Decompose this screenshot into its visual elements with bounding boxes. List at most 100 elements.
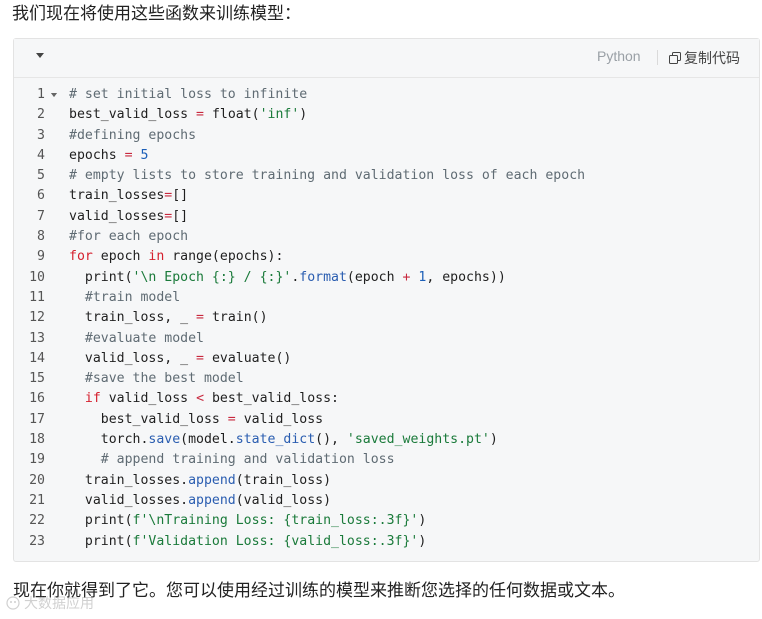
code-block: Python 复制代码 1 # set initial loss to infin… bbox=[13, 38, 760, 562]
code-token: valid_losses bbox=[69, 208, 165, 224]
outro-paragraph: 现在你就得到了它。您可以使用经过训练的模型来推断您选择的任何数据或文本。 bbox=[13, 581, 625, 601]
code-text: print(f'Validation Loss: {valid_loss:.3f… bbox=[45, 532, 426, 552]
code-text: #for each epoch bbox=[45, 227, 188, 247]
code-token: '\n Epoch {:} / {:}' bbox=[132, 269, 292, 285]
code-line: 17 best_valid_loss = valid_loss bbox=[14, 410, 759, 430]
code-token: best_valid_loss bbox=[69, 107, 197, 123]
line-number: 14 bbox=[29, 350, 45, 366]
line-number: 16 bbox=[29, 391, 45, 407]
line-number: 9 bbox=[37, 249, 45, 265]
code-token: print( bbox=[69, 269, 133, 285]
code-line: 21 valid_losses.append(valid_loss) bbox=[14, 491, 759, 511]
code-text: print(f'\nTraining Loss: {train_loss:.3f… bbox=[45, 511, 426, 531]
fold-caret-icon[interactable] bbox=[51, 93, 57, 97]
code-token: append bbox=[188, 472, 236, 488]
code-token: valid_loss bbox=[100, 391, 197, 407]
code-token: epochs bbox=[69, 147, 125, 163]
header-divider bbox=[657, 50, 658, 65]
code-token: append bbox=[188, 492, 236, 508]
code-text: best_valid_loss = valid_loss bbox=[45, 410, 323, 430]
code-token: print( bbox=[69, 533, 133, 549]
code-token: # set initial loss to infinite bbox=[69, 87, 308, 102]
code-token: < bbox=[196, 391, 205, 407]
code-text: valid_losses=[] bbox=[45, 207, 188, 227]
code-token: valid_loss, _ bbox=[69, 350, 197, 366]
code-token: range(epochs): bbox=[164, 249, 284, 265]
code-token: format bbox=[299, 269, 347, 285]
line-number: 4 bbox=[37, 147, 45, 163]
code-token: = bbox=[227, 411, 236, 427]
line-number: 1 bbox=[37, 87, 45, 102]
code-token: = bbox=[196, 107, 204, 123]
line-number: 19 bbox=[29, 452, 45, 468]
code-lines: 1 # set initial loss to infinite 2 best_val… bbox=[14, 85, 759, 552]
watermark-text: 大数据应用 bbox=[24, 596, 94, 612]
copy-code-button[interactable]: 复制代码 bbox=[669, 48, 740, 68]
line-number: 11 bbox=[29, 289, 45, 305]
code-token: (model. bbox=[180, 432, 236, 448]
code-line: 7 valid_losses=[] bbox=[14, 207, 759, 227]
code-token: valid_losses. bbox=[69, 492, 189, 508]
code-text: train_losses=[] bbox=[45, 186, 188, 206]
code-token: (train_loss) bbox=[235, 472, 332, 488]
code-token: torch. bbox=[69, 432, 149, 448]
code-line: 22 print(f'\nTraining Loss: {train_loss:… bbox=[14, 511, 759, 531]
code-token: #train model bbox=[84, 289, 181, 305]
chevron-down-icon[interactable] bbox=[36, 53, 44, 58]
code-token: #for each epoch bbox=[69, 229, 189, 245]
line-number: 6 bbox=[37, 188, 45, 204]
code-token: = bbox=[124, 147, 133, 163]
line-number: 12 bbox=[29, 310, 45, 326]
code-line: 10 print('\n Epoch {:} / {:}'.format(epo… bbox=[14, 268, 759, 288]
line-number: 10 bbox=[29, 269, 45, 285]
line-number: 8 bbox=[37, 229, 45, 245]
code-text: best_valid_loss = float('inf') bbox=[45, 105, 307, 125]
code-token: epoch bbox=[92, 249, 149, 265]
line-number: 18 bbox=[29, 432, 45, 448]
code-token: for bbox=[69, 249, 93, 265]
code-token: = bbox=[196, 310, 204, 326]
code-token: float( bbox=[204, 107, 260, 123]
code-line: 9 for epoch in range(epochs): bbox=[14, 93, 759, 267]
code-token: (valid_loss) bbox=[235, 492, 332, 508]
code-line: 5 # empty lists to store training and val… bbox=[14, 166, 759, 186]
code-token: save bbox=[148, 432, 181, 448]
code-line: 12 train_loss, _ = train() bbox=[14, 308, 759, 328]
code-token: 'saved_weights.pt' bbox=[346, 432, 490, 448]
code-token: ) bbox=[489, 432, 498, 448]
code-token: train_loss, _ bbox=[69, 310, 197, 326]
code-token: ) bbox=[418, 533, 427, 549]
code-token: train() bbox=[204, 310, 268, 326]
code-block-header: Python 复制代码 bbox=[14, 39, 759, 78]
code-language-label: Python bbox=[597, 48, 641, 64]
line-number: 15 bbox=[29, 371, 45, 387]
code-token: state_dict bbox=[235, 432, 316, 448]
code-text: #evaluate model bbox=[45, 329, 204, 349]
code-token: best_valid_loss: bbox=[204, 391, 339, 407]
code-token: (), bbox=[315, 432, 347, 448]
intro-paragraph: 我们现在将使用这些函数来训练模型： bbox=[12, 4, 301, 24]
code-token: ) bbox=[299, 107, 308, 123]
code-token: train_losses bbox=[69, 188, 165, 204]
code-token: print( bbox=[69, 513, 133, 529]
copy-icon bbox=[669, 52, 681, 64]
code-line: 2 best_valid_loss = float('inf') bbox=[14, 105, 759, 125]
line-number: 7 bbox=[37, 208, 45, 224]
code-token: [] bbox=[172, 208, 189, 224]
code-line: 18 torch.save(model.state_dict(), 'saved… bbox=[14, 430, 759, 450]
code-text: # empty lists to store training and vali… bbox=[45, 166, 585, 186]
code-token: evaluate() bbox=[204, 350, 292, 366]
code-text: train_loss, _ = train() bbox=[45, 308, 268, 328]
code-token: , epochs)) bbox=[426, 269, 506, 285]
code-token: train_losses. bbox=[69, 472, 189, 488]
code-text: # append training and validation loss bbox=[45, 450, 395, 470]
code-token: if bbox=[84, 391, 101, 407]
code-line: 23 print(f'Validation Loss: {valid_loss:… bbox=[14, 532, 759, 552]
code-token: best_valid_loss bbox=[69, 411, 228, 427]
code-line: 16 if valid_loss < best_valid_loss: bbox=[14, 93, 759, 409]
